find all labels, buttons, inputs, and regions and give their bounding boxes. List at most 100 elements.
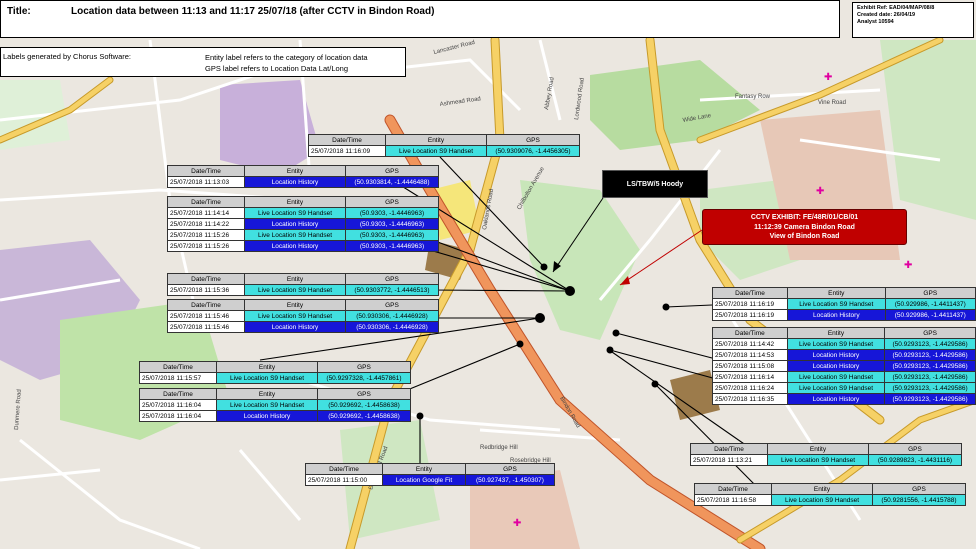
svg-text:✚: ✚ — [513, 518, 521, 529]
column-header-entity: Entity — [382, 463, 466, 475]
cell-entity: Live Location S9 Handset — [787, 298, 886, 310]
column-header-entity: Entity — [786, 327, 886, 339]
cell-datetime: 25/07/2018 11:16:24 — [712, 382, 788, 394]
table-row: 25/07/2018 11:14:14 Live Location S9 Hand… — [167, 207, 439, 219]
cell-datetime: 25/07/2018 11:13:03 — [167, 176, 245, 188]
column-header-dt: Date/Time — [694, 483, 772, 495]
table-row: 25/07/2018 11:15:26 Location History (50.9… — [167, 240, 439, 252]
table-header-row: Date/Time Entity GPS — [305, 463, 555, 475]
cell-entity: Location History — [786, 393, 886, 405]
svg-text:✚: ✚ — [824, 72, 832, 83]
cell-datetime: 25/07/2018 11:14:14 — [167, 207, 245, 219]
labels-source: Labels generated by Chorus Software: — [3, 52, 131, 61]
exhibit-ref: Exhibit Ref: EAD/04/MAP/08/8 — [857, 5, 935, 11]
location-table: Date/Time Entity GPS 25/07/2018 11:13:03 Loc… — [167, 165, 439, 188]
column-header-gps: GPS — [884, 327, 976, 339]
table-header-row: Date/Time Entity GPS — [690, 443, 962, 455]
column-header-dt: Date/Time — [308, 134, 386, 146]
cell-datetime: 25/07/2018 11:16:04 — [139, 410, 217, 422]
cell-gps: (50.9303814, -1.4446488) — [345, 176, 439, 188]
column-header-entity: Entity — [385, 134, 487, 146]
location-table: Date/Time Entity GPS 25/07/2018 11:13:21 Liv… — [690, 443, 962, 466]
cell-datetime: 25/07/2018 11:14:22 — [167, 218, 245, 230]
table-header-row: Date/Time Entity GPS — [167, 165, 439, 177]
table-header-row: Date/Time Entity GPS — [167, 299, 439, 311]
cell-datetime: 25/07/2018 11:14:42 — [712, 338, 788, 350]
column-header-dt: Date/Time — [712, 287, 788, 299]
cell-gps: (50.9293123, -1.4429586) — [884, 371, 976, 383]
cell-datetime: 25/07/2018 11:15:57 — [139, 372, 217, 384]
cell-entity: Live Location S9 Handset — [244, 229, 346, 241]
cell-gps: (50.9293123, -1.4429586) — [884, 338, 976, 350]
cell-entity: Live Location S9 Handset — [244, 207, 346, 219]
column-header-dt: Date/Time — [305, 463, 383, 475]
cell-gps: (50.9303, -1.4446963) — [345, 240, 439, 252]
column-header-dt: Date/Time — [712, 327, 788, 339]
table-row: 25/07/2018 11:16:04 Location History (50.9… — [139, 410, 411, 422]
column-header-gps: GPS — [345, 273, 439, 285]
cell-entity: Live Location S9 Handset — [767, 454, 869, 466]
column-header-gps: GPS — [345, 196, 439, 208]
table-row: 25/07/2018 11:16:04 Live Location S9 Hand… — [139, 399, 411, 411]
table-header-row: Date/Time Entity GPS — [694, 483, 966, 495]
cell-entity: Location History — [216, 410, 318, 422]
cell-gps: (50.9303, -1.4446963) — [345, 229, 439, 241]
cell-entity: Live Location S9 Handset — [771, 494, 873, 506]
table-row: 25/07/2018 11:16:09 Live Location S9 Hand… — [308, 145, 580, 157]
table-row: 25/07/2018 11:15:46 Location History (50.9… — [167, 321, 439, 333]
column-header-gps: GPS — [868, 443, 962, 455]
cell-gps: (50.9303, -1.4446963) — [345, 207, 439, 219]
cell-datetime: 25/07/2018 11:16:09 — [308, 145, 386, 157]
table-row: 25/07/2018 11:15:00 Location Google Fit (5… — [305, 474, 555, 486]
table-row: 25/07/2018 11:13:03 Location History (50.9… — [167, 176, 439, 188]
cell-gps: (50.9293123, -1.4429586) — [884, 360, 976, 372]
lstbw-hoody-callout: LS/TBW/5 Hoody — [602, 170, 708, 198]
column-header-gps: GPS — [486, 134, 580, 146]
cell-gps: (50.9303772, -1.4446513) — [345, 284, 439, 296]
page-title: Location data between 11:13 and 11:17 25… — [71, 6, 435, 17]
cell-gps: (50.9293123, -1.4429586) — [884, 393, 976, 405]
street-label: Redbridge Hill — [480, 445, 518, 451]
table-row: 25/07/2018 11:15:08 Location History (50.9… — [712, 360, 976, 372]
table-header-row: Date/Time Entity GPS — [308, 134, 580, 146]
cell-datetime: 25/07/2018 11:14:53 — [712, 349, 788, 361]
exhibit-reference-box: Exhibit Ref: EAD/04/MAP/08/8 Created dat… — [852, 2, 974, 38]
exhibit-analyst: Analyst 10594 — [857, 19, 894, 25]
table-row: 25/07/2018 11:16:14 Live Location S9 Hand… — [712, 371, 976, 383]
cell-datetime: 25/07/2018 11:16:58 — [694, 494, 772, 506]
cell-entity: Location History — [244, 321, 346, 333]
table-header-row: Date/Time Entity GPS — [712, 287, 976, 299]
table-row: 25/07/2018 11:15:26 Live Location S9 Hand… — [167, 229, 439, 241]
table-row: 25/07/2018 11:15:36 Live Location S9 Hand… — [167, 284, 439, 296]
cell-gps: (50.9297328, -1.4457861) — [317, 372, 411, 384]
cell-entity: Live Location S9 Handset — [216, 372, 318, 384]
cell-gps: (50.9281556, -1.4415788) — [872, 494, 966, 506]
entity-explanation: Entity label refers to the category of l… — [205, 53, 368, 62]
cell-gps: (50.927437, -1.450307) — [465, 474, 555, 486]
cell-datetime: 25/07/2018 11:15:08 — [712, 360, 788, 372]
cell-datetime: 25/07/2018 11:15:46 — [167, 310, 245, 322]
cell-datetime: 25/07/2018 11:16:19 — [712, 298, 788, 310]
cell-gps: (50.930306, -1.4446928) — [345, 321, 439, 333]
column-header-gps: GPS — [317, 361, 411, 373]
table-row: 25/07/2018 11:13:21 Live Location S9 Hand… — [690, 454, 962, 466]
column-header-gps: GPS — [465, 463, 555, 475]
location-table: Date/Time Entity GPS 25/07/2018 11:16:09 Liv… — [308, 134, 580, 157]
cell-datetime: 25/07/2018 11:15:36 — [167, 284, 245, 296]
table-row: 25/07/2018 11:14:22 Location History (50.9… — [167, 218, 439, 230]
svg-text:✚: ✚ — [816, 186, 824, 197]
cell-entity: Location History — [244, 218, 346, 230]
location-table: Date/Time Entity GPS 25/07/2018 11:16:58 Liv… — [694, 483, 966, 506]
location-table: Date/Time Entity GPS 25/07/2018 11:15:46 Liv… — [167, 299, 439, 333]
cctv-exhibit-callout: CCTV EXHIBIT: FE/48R/01/CB/01 11:12:39 C… — [702, 209, 907, 245]
location-table: Date/Time Entity GPS 25/07/2018 11:16:04 Liv… — [139, 388, 411, 422]
table-row: 25/07/2018 11:16:35 Location History (50.9… — [712, 393, 976, 405]
table-row: 25/07/2018 11:16:19 Live Location S9 Hand… — [712, 298, 976, 310]
cell-datetime: 25/07/2018 11:13:21 — [690, 454, 768, 466]
cell-datetime: 25/07/2018 11:16:14 — [712, 371, 788, 383]
column-header-entity: Entity — [216, 388, 318, 400]
cell-entity: Live Location S9 Handset — [216, 399, 318, 411]
column-header-dt: Date/Time — [167, 196, 245, 208]
table-header-row: Date/Time Entity GPS — [712, 327, 976, 339]
column-header-dt: Date/Time — [167, 165, 245, 177]
